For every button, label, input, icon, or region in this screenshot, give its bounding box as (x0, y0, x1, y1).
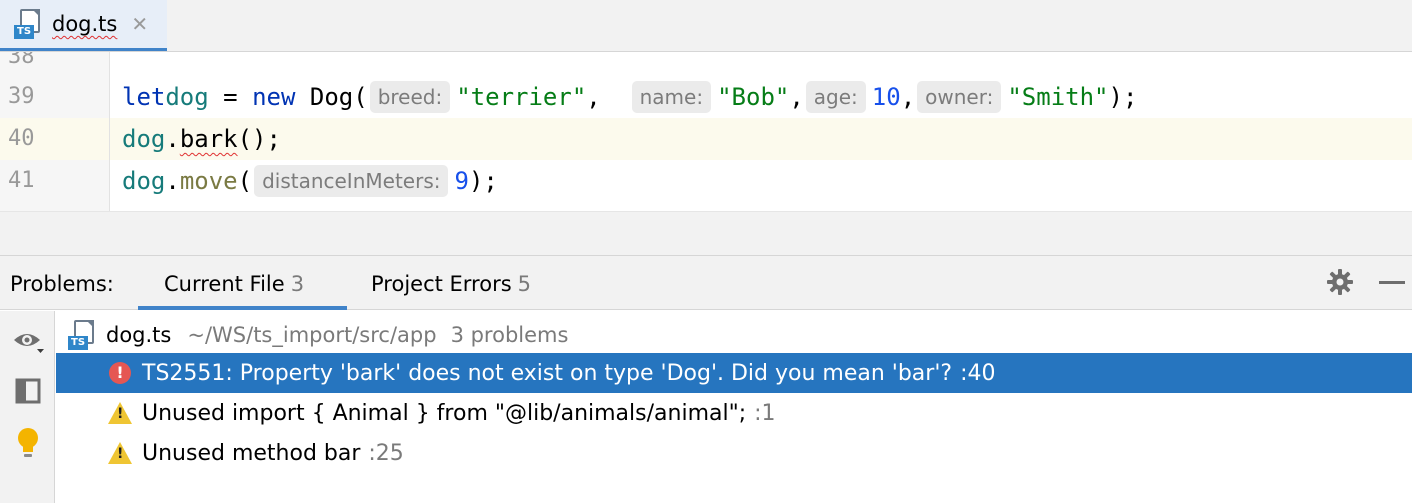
file-path: ~/WS/ts_import/src/app (187, 323, 437, 347)
variable-dog: dog (165, 83, 209, 111)
param-hint-owner: owner: (917, 81, 1002, 113)
warning-icon: ! (108, 401, 132, 425)
eye-icon[interactable] (8, 323, 48, 359)
problem-item-error[interactable]: ! TS2551: Property 'bark' does not exist… (56, 353, 1412, 393)
param-hint-name: name: (631, 81, 712, 113)
gear-icon[interactable] (1326, 268, 1354, 296)
keyword-new: new (252, 83, 296, 111)
typescript-file-icon: TS (68, 320, 98, 350)
editor-tab-label: dog.ts (52, 12, 118, 36)
tab-current-file[interactable]: Current File 3 (138, 256, 347, 310)
class-dog-call: Dog( (295, 83, 368, 111)
tab-label: Project Errors (371, 272, 512, 296)
code-content: dog. bark (); (122, 118, 281, 160)
operator-assign: = (208, 83, 253, 111)
problem-text: Unused import { Animal } from "@lib/anim… (142, 400, 747, 426)
problem-text: Unused method bar (142, 440, 361, 466)
tab-label: Current File (164, 272, 285, 296)
line-number: 38 (0, 52, 110, 78)
problem-item-warning[interactable]: ! Unused import { Animal } from "@lib/an… (56, 393, 1412, 433)
warning-icon: ! (108, 441, 132, 465)
line-number: 39 (0, 76, 110, 118)
problem-line: :25 (368, 440, 404, 466)
typescript-file-icon: TS (14, 9, 44, 39)
code-content: let dog = new Dog(breed: "terrier", name:… (122, 76, 1137, 118)
editor-tab-bar: TS dog.ts ✕ (0, 0, 1412, 52)
string-literal: "Bob" (717, 83, 790, 111)
code-line-38[interactable]: 38 (0, 52, 1412, 78)
problem-line: :1 (754, 400, 776, 426)
string-literal: "terrier" (456, 83, 587, 111)
line-number: 40 (0, 118, 110, 160)
file-name: dog.ts (106, 323, 172, 347)
tab-count: 3 (290, 272, 305, 296)
statement-end: (); (237, 125, 281, 153)
line-number: 41 (0, 160, 110, 202)
problems-file-node[interactable]: TS dog.ts ~/WS/ts_import/src/app 3 probl… (68, 315, 568, 355)
problem-line: :40 (960, 360, 996, 386)
lightbulb-icon[interactable] (8, 425, 48, 461)
close-icon[interactable]: ✕ (131, 12, 148, 36)
comma: , (586, 83, 630, 111)
tab-project-errors[interactable]: Project Errors 5 (346, 256, 531, 310)
code-line-39[interactable]: 39 let dog = new Dog(breed: "terrier", na… (0, 76, 1412, 118)
string-literal: "Smith" (1007, 83, 1109, 111)
problems-panel: TS dog.ts ~/WS/ts_import/src/app 3 probl… (0, 311, 1412, 503)
param-hint-breed: breed: (369, 81, 451, 113)
problems-side-toolbar (0, 311, 55, 503)
keyword-let: let (122, 83, 166, 111)
problems-header: Problems: Current File 3 Project Errors 5 (0, 256, 1412, 310)
open-paren: ( (237, 167, 253, 195)
preview-panel-icon[interactable] (8, 373, 48, 409)
number-literal: 9 (454, 167, 469, 195)
comma: , (789, 83, 804, 111)
method-move: move (179, 167, 238, 195)
variable-dog: dog (122, 125, 166, 153)
code-editor[interactable]: 38 39 let dog = new Dog(breed: "terrier",… (0, 52, 1412, 212)
problem-item-warning[interactable]: ! Unused method bar :25 (56, 433, 1412, 473)
statement-end: ); (1108, 83, 1138, 111)
ts-badge: TS (14, 25, 35, 39)
statement-end: ); (468, 167, 498, 195)
problem-text: TS2551: Property 'bark' does not exist o… (142, 360, 953, 386)
code-content: dog. move(distanceInMeters: 9); (122, 160, 498, 202)
ts-badge: TS (68, 336, 89, 350)
editor-tab-dog-ts[interactable]: TS dog.ts ✕ (0, 0, 167, 51)
problems-title: Problems: (10, 272, 114, 296)
method-bark-error[interactable]: bark (180, 125, 238, 153)
problem-count: 3 problems (450, 323, 569, 347)
dot: . (165, 167, 180, 195)
editor-bottom-area (0, 212, 1412, 256)
comma: , (900, 83, 916, 111)
code-line-40[interactable]: 40 dog. bark (); (0, 118, 1412, 160)
error-icon: ! (108, 361, 132, 385)
tab-count: 5 (517, 272, 532, 296)
param-hint-distance: distanceInMeters: (254, 165, 449, 197)
minimize-icon[interactable] (1379, 281, 1405, 284)
code-line-41[interactable]: 41 dog. move(distanceInMeters: 9); (0, 160, 1412, 202)
param-hint-age: age: (805, 81, 866, 113)
number-literal: 10 (871, 83, 901, 111)
dot: . (165, 125, 180, 153)
variable-dog: dog (122, 167, 166, 195)
